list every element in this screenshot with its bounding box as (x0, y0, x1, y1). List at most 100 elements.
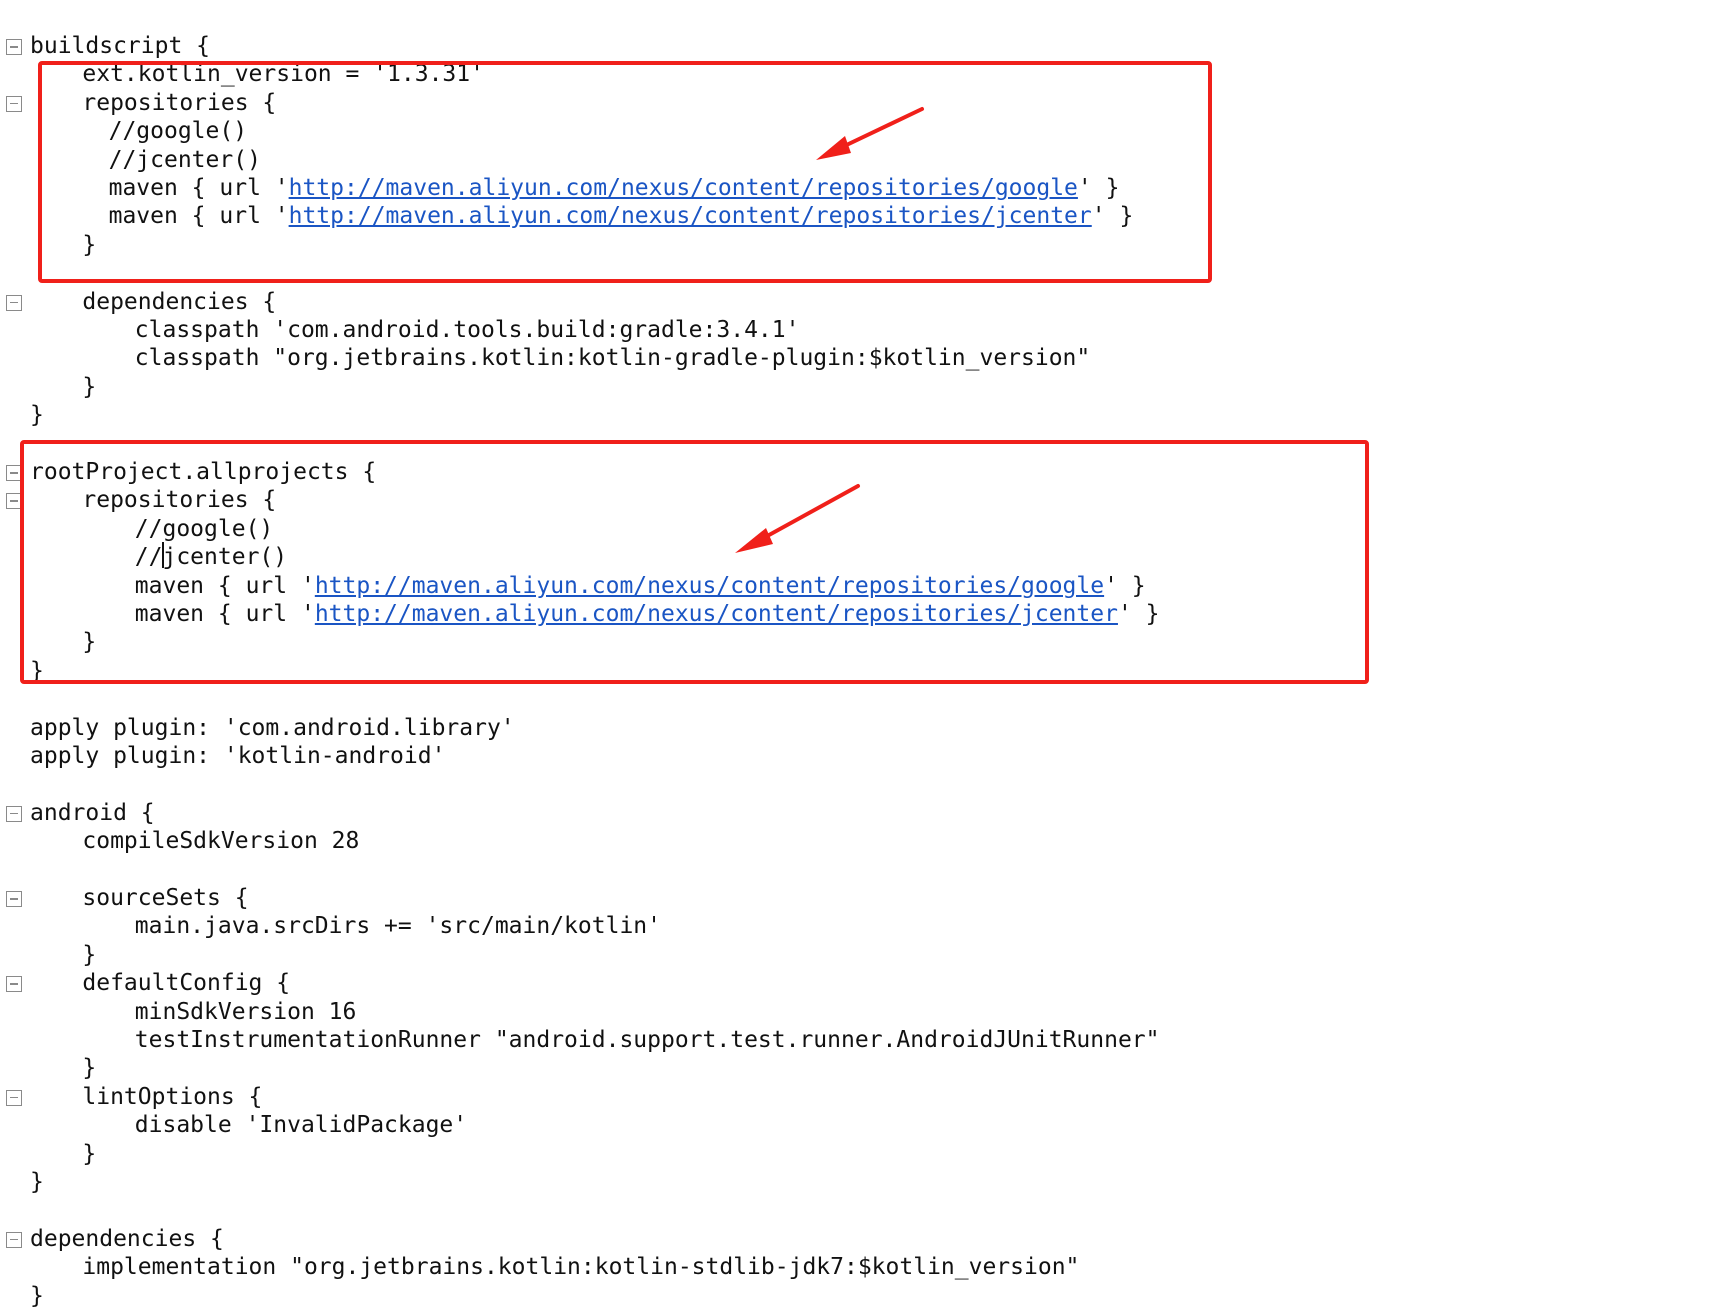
code-text: classpath "org.jetbrains.kotlin:kotlin-g… (135, 344, 1090, 372)
code-text: } (82, 1140, 96, 1168)
code-line: //google() (0, 515, 1726, 543)
code-token: } (82, 1055, 97, 1082)
code-token: repositories { (82, 487, 277, 514)
code-editor[interactable]: buildscript {ext.kotlin_version = '1.3.3… (0, 0, 1726, 1309)
code-text: apply plugin: 'kotlin-android' (30, 742, 445, 770)
code-line: maven { url 'http://maven.aliyun.com/nex… (0, 600, 1726, 628)
code-token: main.java.srcDirs += 'src/main/kotlin' (134, 913, 661, 940)
url-link[interactable]: http://maven.aliyun.com/nexus/content/re… (289, 203, 1092, 229)
fold-toggle-icon[interactable] (6, 465, 22, 481)
code-text: testInstrumentationRunner "android.suppo… (135, 1026, 1160, 1054)
code-line: defaultConfig { (0, 969, 1726, 997)
code-line: compileSdkVersion 28 (0, 827, 1726, 855)
code-token: } (82, 941, 97, 968)
code-text: main.java.srcDirs += 'src/main/kotlin' (135, 912, 661, 940)
code-text: dependencies { (82, 288, 276, 316)
code-token: rootProject.allprojects { (30, 459, 377, 485)
code-token: buildscript { (30, 33, 211, 59)
code-token: } (30, 1282, 44, 1309)
code-token: classpath 'com.android.tools.build:gradl… (134, 317, 800, 343)
code-text: maven { url 'http://maven.aliyun.com/nex… (135, 572, 1146, 600)
fold-toggle-icon[interactable] (6, 1231, 22, 1248)
text-cursor (162, 542, 164, 568)
code-line: } (0, 657, 1726, 685)
fold-toggle-icon[interactable] (6, 95, 22, 112)
code-line: } (0, 1140, 1726, 1168)
code-text: android { (30, 799, 155, 827)
code-token: maven { url ' (108, 175, 289, 201)
code-token: ' } (1077, 175, 1120, 201)
code-token: ' } (1091, 203, 1134, 230)
code-text: } (30, 657, 44, 685)
code-text: } (82, 1054, 96, 1082)
code-token: //google() (108, 118, 248, 145)
code-token: } (30, 657, 44, 684)
code-token: ' } (1117, 601, 1160, 627)
fold-toggle-icon[interactable] (6, 1089, 22, 1106)
code-token: disable 'InvalidPackage' (134, 1112, 468, 1139)
fold-toggle-icon[interactable] (6, 976, 22, 993)
code-line: dependencies { (0, 288, 1726, 316)
code-line: apply plugin: 'com.android.library' (0, 714, 1726, 742)
code-token: apply plugin: 'com.android.library' (30, 714, 515, 741)
code-text: //google() (135, 515, 273, 543)
fold-toggle-icon[interactable] (6, 891, 22, 907)
code-text: sourceSets { (82, 884, 248, 912)
code-line: buildscript { (0, 32, 1726, 60)
code-token: dependencies { (30, 1225, 224, 1252)
fold-toggle-icon[interactable] (6, 39, 22, 55)
code-token: classpath "org.jetbrains.kotlin:kotlin-g… (134, 345, 1091, 372)
code-text: buildscript { (30, 32, 210, 60)
code-line: } (0, 1054, 1726, 1082)
code-line: repositories { (0, 486, 1726, 514)
code-token: ext.kotlin_version = '1.3.31' (82, 61, 484, 88)
code-token: //jcenter() (134, 544, 288, 571)
code-text: apply plugin: 'com.android.library' (30, 714, 515, 742)
code-text: lintOptions { (82, 1083, 262, 1111)
code-token: lintOptions { (82, 1083, 263, 1110)
code-text: minSdkVersion 16 (135, 998, 357, 1026)
code-line: classpath 'com.android.tools.build:gradl… (0, 316, 1726, 344)
code-line: ext.kotlin_version = '1.3.31' (0, 60, 1726, 88)
code-token: minSdkVersion 16 (134, 998, 357, 1025)
code-token: //google() (134, 515, 274, 542)
code-line: } (0, 1168, 1726, 1196)
code-token: compileSdkVersion 28 (82, 828, 360, 855)
code-line: } (0, 373, 1726, 401)
code-text: dependencies { (30, 1225, 224, 1253)
fold-toggle-icon[interactable] (6, 805, 22, 822)
fold-toggle-icon[interactable] (6, 493, 22, 510)
code-text: } (30, 1282, 44, 1310)
code-line: android { (0, 799, 1726, 827)
code-text: } (30, 1168, 44, 1196)
code-text: implementation "org.jetbrains.kotlin:kot… (82, 1253, 1079, 1281)
code-token: ' } (1104, 572, 1146, 599)
url-link[interactable]: http://maven.aliyun.com/nexus/content/re… (315, 601, 1118, 627)
fold-toggle-icon[interactable] (6, 294, 22, 311)
code-token: android { (30, 799, 155, 826)
code-line: } (0, 401, 1726, 429)
code-text: defaultConfig { (82, 969, 290, 997)
code-line: implementation "org.jetbrains.kotlin:kot… (0, 1253, 1726, 1281)
code-text: } (30, 401, 44, 429)
code-line: maven { url 'http://maven.aliyun.com/nex… (0, 202, 1726, 230)
url-link[interactable]: http://maven.aliyun.com/nexus/content/re… (289, 175, 1078, 201)
code-text: disable 'InvalidPackage' (135, 1111, 467, 1139)
code-text: maven { url 'http://maven.aliyun.com/nex… (109, 174, 1120, 202)
code-text: //jcenter() (109, 146, 261, 174)
code-line: rootProject.allprojects { (0, 458, 1726, 486)
code-token: } (82, 629, 97, 656)
code-line: minSdkVersion 16 (0, 998, 1726, 1026)
code-token: maven { url ' (108, 203, 289, 230)
code-token: } (82, 373, 97, 400)
code-text: maven { url 'http://maven.aliyun.com/nex… (109, 202, 1134, 230)
code-line: //jcenter() (0, 543, 1726, 571)
code-line: //jcenter() (0, 146, 1726, 174)
url-link[interactable]: http://maven.aliyun.com/nexus/content/re… (315, 573, 1104, 599)
code-line: repositories { (0, 89, 1726, 117)
